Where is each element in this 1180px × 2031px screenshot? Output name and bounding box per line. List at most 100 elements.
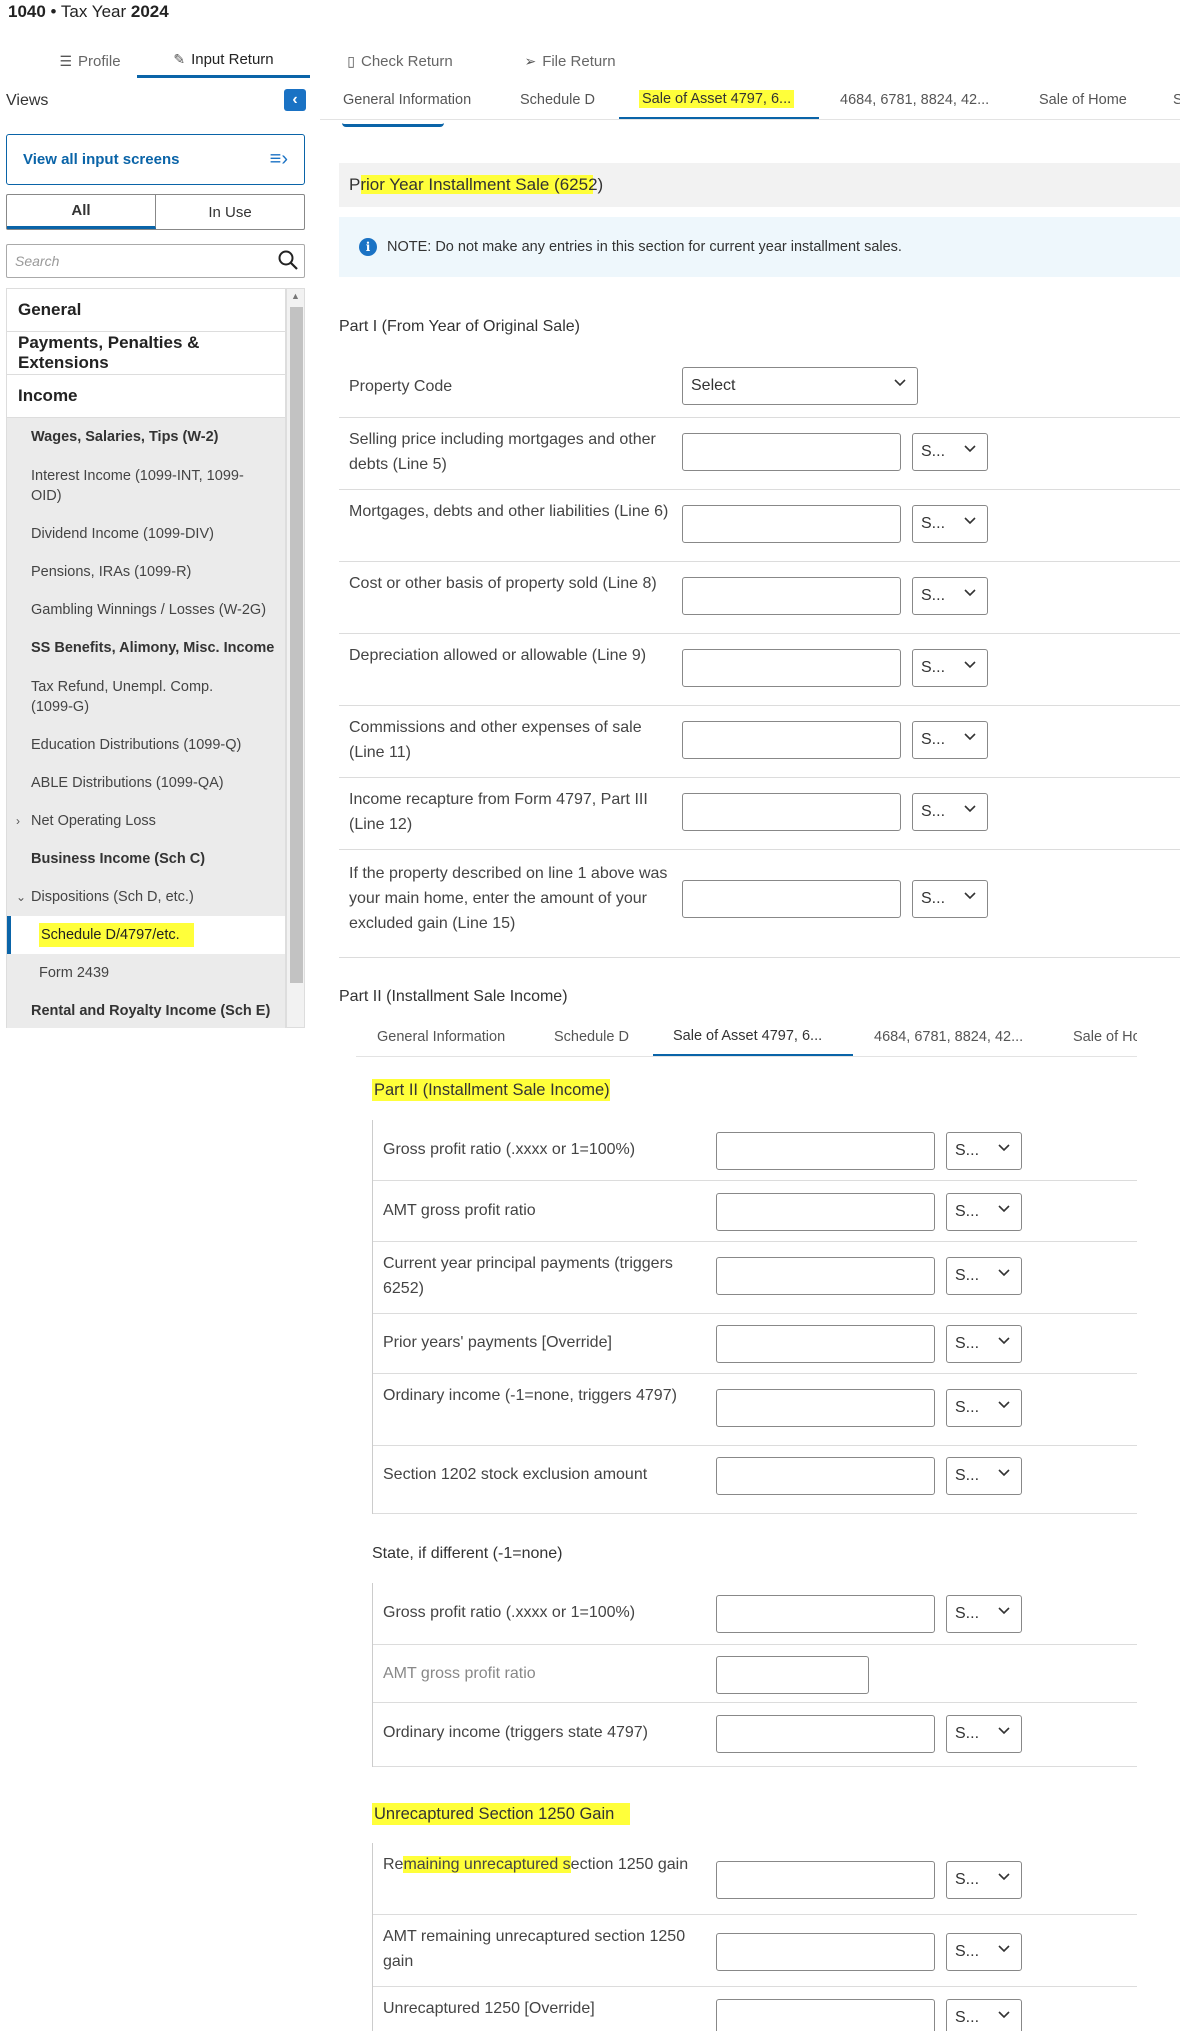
part1-input[interactable]	[682, 880, 901, 918]
subtab-4684-2[interactable]: 4684, 6781, 8824, 42...	[874, 1017, 1023, 1056]
part1-input[interactable]	[682, 649, 901, 687]
view-all-input-screens-button[interactable]: View all input screens ≡›	[6, 134, 305, 185]
chevron-down-icon	[998, 1727, 1010, 1735]
tab-profile-label: Profile	[78, 52, 121, 70]
search-input[interactable]	[6, 244, 305, 278]
part1-state-select[interactable]: S...	[912, 880, 988, 918]
subtab-sale-of-home[interactable]: Sale of Home	[1039, 80, 1127, 119]
scroll-up-arrow-icon[interactable]: ▲	[291, 291, 300, 301]
sidebar-item-interest[interactable]: Interest Income (1099-INT, 1099-OID)	[7, 456, 285, 515]
part1-input[interactable]	[682, 433, 901, 471]
sidebar-item-form-2439[interactable]: Form 2439	[7, 954, 285, 992]
sidebar-item-tax-refund[interactable]: Tax Refund, Unempl. Comp. (1099-G)	[7, 667, 285, 726]
collapse-sidebar-button[interactable]: ‹	[284, 89, 306, 111]
part2-state-select[interactable]: S...	[946, 1132, 1022, 1170]
state-select-value: S...	[955, 1203, 980, 1220]
menu-list-icon: ≡›	[269, 148, 288, 170]
subtab-general-information-2[interactable]: General Information	[377, 1017, 505, 1056]
part2-label: Ordinary income (-1=none, triggers 4797)	[383, 1387, 677, 1404]
tab-check-return[interactable]: ▯ Check Return	[330, 44, 470, 78]
chevron-down-icon	[998, 1401, 1010, 1409]
sidebar-item-ss-benefits[interactable]: SS Benefits, Alimony, Misc. Income	[7, 629, 285, 667]
part2-input[interactable]	[716, 1389, 935, 1427]
part2-state-select[interactable]: S...	[946, 1389, 1022, 1427]
sidebar-item-dividend[interactable]: Dividend Income (1099-DIV)	[7, 515, 285, 553]
part1-state-select[interactable]: S...	[912, 577, 988, 615]
chevron-down-icon	[998, 1945, 1010, 1953]
sidebar-item-rental[interactable]: Rental and Royalty Income (Sch E)	[7, 992, 285, 1028]
unrecaptured-state-select[interactable]: S...	[946, 1861, 1022, 1899]
part2-input[interactable]	[716, 1132, 935, 1170]
subtab-schedule-d-2[interactable]: Schedule D	[554, 1017, 629, 1056]
chevron-down-icon: ⌄	[16, 890, 27, 904]
part1-state-select[interactable]: S...	[912, 721, 988, 759]
sidebar-item-dispositions[interactable]: ⌄ Dispositions (Sch D, etc.)	[7, 878, 285, 916]
sidebar-item-schedule-d[interactable]: Schedule D/4797/etc.	[7, 916, 285, 954]
sidebar-item-income[interactable]: Income	[7, 375, 285, 418]
part2-state-select[interactable]: S...	[946, 1457, 1022, 1495]
chevron-down-icon	[998, 1144, 1010, 1152]
state-input[interactable]	[716, 1595, 935, 1633]
unrecaptured-label: Unrecaptured 1250 [Override]	[383, 2000, 595, 2017]
state-input[interactable]	[716, 1656, 869, 1694]
part2-input[interactable]	[716, 1257, 935, 1295]
part2-input[interactable]	[716, 1457, 935, 1495]
part1-state-select[interactable]: S...	[912, 649, 988, 687]
filter-all-button[interactable]: All	[7, 195, 156, 229]
subtab-schedule-d[interactable]: Schedule D	[520, 80, 595, 119]
part2-state-select[interactable]: S...	[946, 1325, 1022, 1363]
part1-state-select[interactable]: S...	[912, 433, 988, 471]
sidebar-item-gambling[interactable]: Gambling Winnings / Losses (W-2G)	[7, 591, 285, 629]
unrecaptured-state-select[interactable]: S...	[946, 1933, 1022, 1971]
list-icon: ☰	[59, 52, 73, 69]
sub-tab-bar-top: General Information Schedule D Sale of A…	[320, 80, 1180, 120]
part1-input[interactable]	[682, 577, 901, 615]
part2-heading-top: Part II (Installment Sale Income)	[339, 988, 568, 1005]
state-select-value: S...	[955, 1399, 980, 1416]
unrecaptured-state-select[interactable]: S...	[946, 1999, 1022, 2031]
part2-input[interactable]	[716, 1325, 935, 1363]
part2-row: AMT gross profit ratio S...	[373, 1181, 1137, 1242]
part2-input[interactable]	[716, 1193, 935, 1231]
state-input[interactable]	[716, 1715, 935, 1753]
sidebar-item-business-income[interactable]: Business Income (Sch C)	[7, 840, 285, 878]
unrecaptured-input[interactable]	[716, 1999, 935, 2031]
tab-file-return[interactable]: ➢ File Return	[515, 44, 625, 78]
part1-input[interactable]	[682, 793, 901, 831]
property-code-select[interactable]: Select	[682, 367, 918, 405]
subtab-general-information[interactable]: General Information	[343, 80, 471, 119]
part1-row: Income recapture from Form 4797, Part II…	[339, 778, 1180, 850]
sidebar-item-general[interactable]: General	[7, 289, 285, 332]
sidebar-item-wages[interactable]: Wages, Salaries, Tips (W-2)	[7, 418, 285, 456]
sidebar-item-able[interactable]: ABLE Distributions (1099-QA)	[7, 764, 285, 802]
tab-profile[interactable]: ☰ Profile	[30, 44, 150, 78]
search-icon[interactable]	[276, 248, 300, 272]
part1-state-select[interactable]: S...	[912, 793, 988, 831]
part1-state-select[interactable]: S...	[912, 505, 988, 543]
part2-state-select[interactable]: S...	[946, 1193, 1022, 1231]
sidebar-item-net-operating-loss[interactable]: › Net Operating Loss	[7, 802, 285, 840]
tax-year: 2024	[130, 2, 169, 21]
state-state-select[interactable]: S...	[946, 1595, 1022, 1633]
sidebar-scrollbar[interactable]: ▲	[286, 288, 305, 1028]
state-state-select[interactable]: S...	[946, 1715, 1022, 1753]
scroll-thumb[interactable]	[290, 307, 303, 983]
subtab-sale-of-asset-2[interactable]: Sale of Asset 4797, 6...	[653, 1017, 853, 1056]
tab-input-return[interactable]: ✎ Input Return	[137, 44, 310, 78]
sidebar-item-pensions[interactable]: Pensions, IRAs (1099-R)	[7, 553, 285, 591]
unrecaptured-input[interactable]	[716, 1861, 935, 1899]
unrecaptured-heading: Unrecaptured Section 1250 Gain	[372, 1803, 631, 1825]
sidebar-item-payments[interactable]: Payments, Penalties & Extensions	[7, 332, 285, 375]
subtab-sale-of-asset[interactable]: Sale of Asset 4797, 6...	[619, 80, 819, 119]
part1-input[interactable]	[682, 505, 901, 543]
subtab-4684[interactable]: 4684, 6781, 8824, 42...	[840, 80, 989, 119]
unrecaptured-input[interactable]	[716, 1933, 935, 1971]
unrecaptured-label: AMT remaining unrecaptured section 1250 …	[383, 1928, 686, 1970]
subtab-sale-of-home-2[interactable]: Sale of Ho	[1073, 1017, 1137, 1056]
part1-input[interactable]	[682, 721, 901, 759]
sidebar-item-education[interactable]: Education Distributions (1099-Q)	[7, 726, 285, 764]
filter-in-use-button[interactable]: In Use	[156, 195, 304, 229]
sub-tab-bar-bottom: General Information Schedule D Sale of A…	[356, 1017, 1137, 1057]
part2-state-select[interactable]: S...	[946, 1257, 1022, 1295]
subtab-overflow[interactable]: S	[1173, 80, 1180, 119]
